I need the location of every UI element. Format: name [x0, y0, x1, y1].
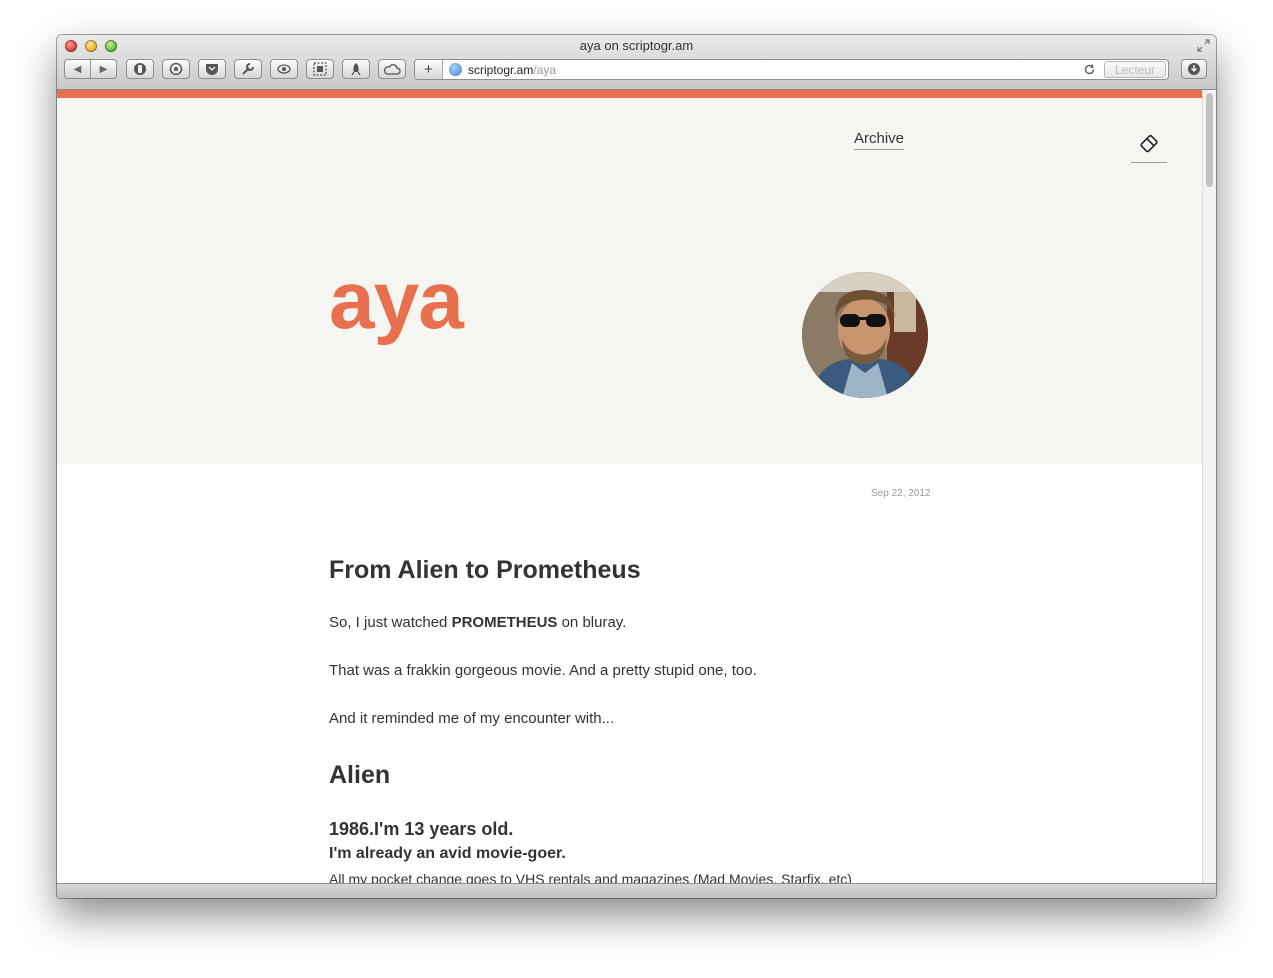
- wrench-button[interactable]: [234, 59, 262, 79]
- wrench-icon: [242, 63, 254, 75]
- forward-button[interactable]: ▶: [91, 60, 116, 78]
- window-title: aya on scriptogr.am: [579, 38, 694, 53]
- eye-button[interactable]: [270, 59, 298, 79]
- blog-name[interactable]: aya: [329, 260, 464, 342]
- scriptogram-logo-icon: [1140, 134, 1158, 153]
- scroll-thumb[interactable]: [1206, 93, 1213, 187]
- plus-icon: +: [424, 61, 433, 78]
- fullscreen-icon[interactable]: [1197, 39, 1210, 52]
- vertical-scrollbar[interactable]: [1202, 90, 1216, 883]
- pocket-icon: [206, 64, 218, 75]
- settings-icon: [169, 62, 183, 76]
- blog-header: Archive aya: [57, 98, 1202, 464]
- settings-button[interactable]: [162, 59, 190, 79]
- back-button[interactable]: ◀: [65, 60, 91, 78]
- subsection-heading: 1986.I'm 13 years old.: [329, 819, 514, 839]
- post-paragraph-1: So, I just watched PROMETHEUS on bluray.: [329, 614, 626, 631]
- privacy-button[interactable]: [126, 59, 154, 79]
- accent-bar: [57, 90, 1202, 98]
- reader-button[interactable]: Lecteur: [1104, 61, 1166, 78]
- screenshot-icon: [313, 62, 327, 76]
- rocket-button[interactable]: [342, 59, 370, 79]
- url-text[interactable]: scriptogr.am/aya: [468, 63, 556, 77]
- browser-window: aya on scriptogr.am ◀ ▶ + scriptogr.am/a…: [57, 35, 1216, 898]
- scriptogram-logo[interactable]: [1131, 132, 1167, 163]
- title-bar: aya on scriptogr.am ◀ ▶ + scriptogr.am/a…: [57, 35, 1216, 90]
- url-host: scriptogr.am: [468, 63, 534, 77]
- post-date: Sep 22, 2012: [871, 488, 931, 499]
- p1-text-after: on bluray.: [557, 614, 627, 631]
- address-bar[interactable]: + scriptogr.am/aya Lecteur: [414, 59, 1169, 80]
- eye-icon: [277, 64, 291, 74]
- post-paragraph-2: That was a frakkin gorgeous movie. And a…: [329, 662, 757, 679]
- download-icon: [1188, 63, 1200, 75]
- archive-link[interactable]: Archive: [854, 130, 905, 150]
- downloads-button[interactable]: [1181, 59, 1207, 79]
- cloud-icon: [383, 64, 401, 75]
- url-path: /aya: [533, 63, 557, 77]
- back-icon: ◀: [73, 63, 82, 75]
- subheading-line: I'm already an avid movie-goer.: [329, 845, 566, 862]
- new-tab-button[interactable]: +: [415, 60, 443, 79]
- page-viewport: Archive aya Sep 22, 2012 From Alien to P…: [57, 90, 1202, 883]
- post-paragraph-3: And it reminded me of my encounter with.…: [329, 710, 615, 727]
- p1-bold-text: PROMETHEUS: [451, 614, 558, 631]
- status-bar: [57, 883, 1216, 898]
- site-favicon-icon: [449, 63, 462, 76]
- pocket-button[interactable]: [198, 59, 226, 79]
- post-paragraph-4: All my pocket change goes to VHS rentals…: [329, 871, 852, 883]
- forward-icon: ▶: [99, 63, 108, 75]
- rocket-icon: [351, 63, 361, 76]
- section-heading: Alien: [329, 761, 391, 789]
- reload-icon[interactable]: [1083, 63, 1096, 76]
- avatar-photo: [802, 272, 928, 398]
- cloud-button[interactable]: [378, 59, 406, 79]
- back-forward-group: ◀ ▶: [64, 59, 117, 79]
- post-title[interactable]: From Alien to Prometheus: [329, 556, 641, 585]
- privacy-icon: [134, 63, 146, 75]
- screenshot-button[interactable]: [306, 59, 334, 79]
- p1-text-before: So, I just watched: [329, 614, 452, 631]
- author-avatar: [802, 272, 928, 398]
